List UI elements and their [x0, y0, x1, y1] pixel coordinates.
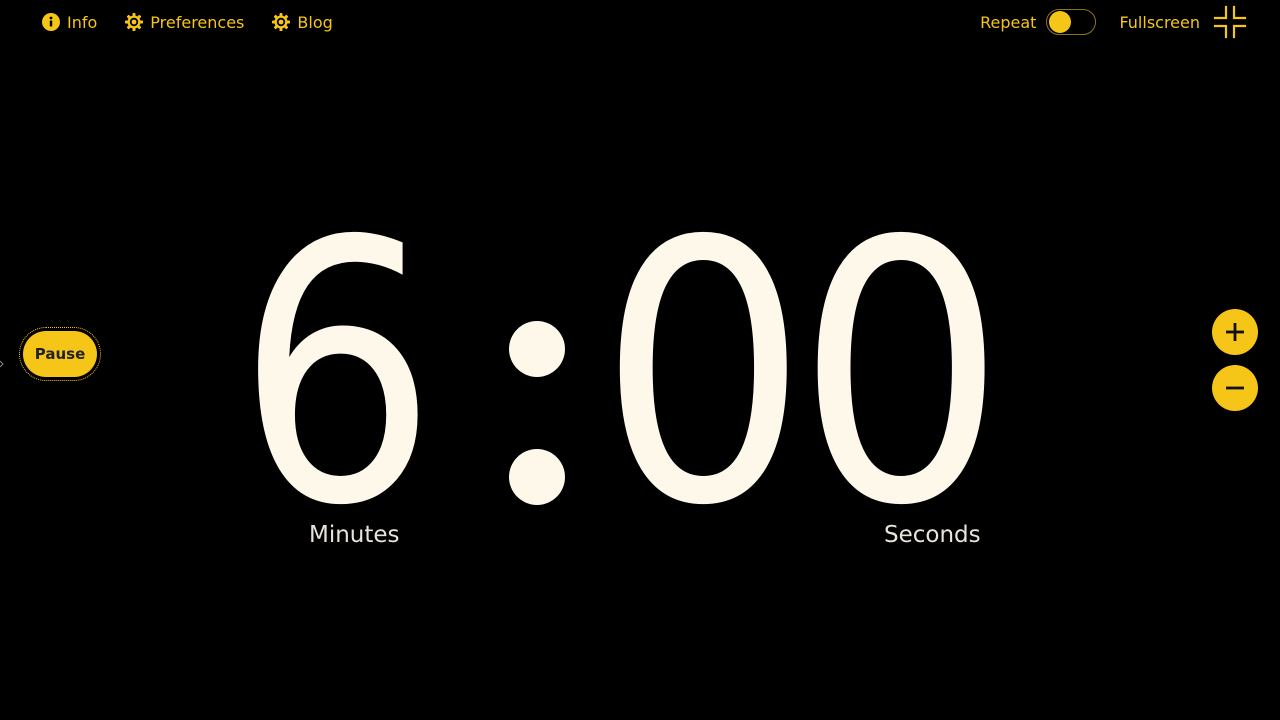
pause-label: Pause — [23, 331, 97, 377]
preferences-link[interactable]: Preferences — [125, 10, 244, 34]
repeat-label: Repeat — [980, 12, 1037, 32]
info-link[interactable]: Info — [42, 10, 97, 34]
minus-icon — [1226, 386, 1244, 390]
gear-icon — [272, 13, 291, 31]
edge-mark — [0, 358, 4, 370]
top-right-controls: Repeat Fullscreen — [980, 4, 1248, 40]
seconds-value: 00 — [598, 165, 1007, 584]
blog-label: Blog — [297, 12, 333, 32]
colon-bottom-dot — [509, 449, 565, 505]
timer-page: Info Preferences Blog Repeat Fullscreen … — [0, 0, 1280, 720]
info-label: Info — [67, 12, 98, 32]
exit-fullscreen-icon[interactable] — [1212, 4, 1248, 40]
preferences-label: Preferences — [150, 12, 245, 32]
gear-icon — [125, 13, 144, 31]
seconds-label: Seconds — [884, 522, 981, 548]
plus-icon — [1226, 323, 1244, 341]
repeat-toggle[interactable] — [1046, 9, 1097, 35]
decrease-button[interactable] — [1212, 365, 1258, 411]
minutes-value: 6 — [236, 165, 438, 584]
toggle-knob — [1049, 11, 1072, 33]
info-icon — [42, 13, 60, 31]
blog-link[interactable]: Blog — [272, 10, 333, 34]
increase-button[interactable] — [1212, 309, 1258, 355]
colon-top-dot — [509, 321, 565, 377]
minutes-label: Minutes — [309, 522, 400, 548]
fullscreen-label[interactable]: Fullscreen — [1119, 13, 1200, 32]
pause-button[interactable]: Pause — [19, 327, 101, 381]
top-nav: Info Preferences Blog — [42, 10, 333, 34]
